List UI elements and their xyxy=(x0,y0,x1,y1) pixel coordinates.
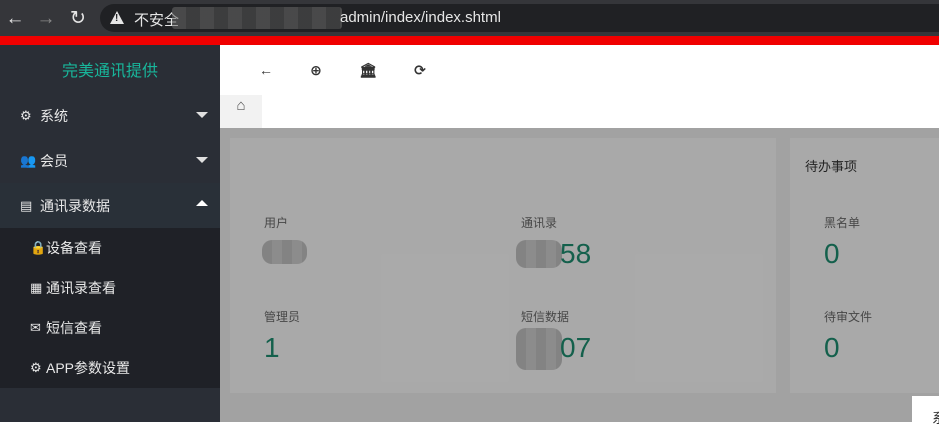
submenu: 🔒 设备查看 ▦ 通讯录查看 ✉ 短信查看 ⚙ APP参数设置 xyxy=(0,228,220,388)
envelope-icon: ✉ xyxy=(30,320,41,335)
refresh-icon[interactable]: ⟳ xyxy=(412,62,428,78)
users-icon: 👥 xyxy=(20,152,37,168)
address-bar[interactable]: 不安全 admin/index/index.shtml xyxy=(100,4,939,32)
alert-bar xyxy=(0,36,939,45)
warning-icon xyxy=(110,11,124,24)
toolbar: ← ⊕ 🏛 ⟳ xyxy=(220,45,939,95)
sidebar: 完美通讯提供 ⚙ 系统 👥 会员 ▤ 通讯录数据 🔒 设备查看 ▦ 通讯录查看 … xyxy=(0,45,220,422)
lock-icon: 🔒 xyxy=(30,240,47,255)
forward-arrow-icon[interactable]: → xyxy=(35,7,57,29)
home-tab[interactable]: ⌂ xyxy=(220,95,262,128)
brand-title: 完美通讯提供 xyxy=(61,63,158,80)
sidebar-item-label: 通讯录数据 xyxy=(40,197,110,214)
submenu-item-contacts[interactable]: ▦ 通讯录查看 xyxy=(0,268,220,308)
submenu-item-label: APP参数设置 xyxy=(46,360,131,376)
back-arrow-icon[interactable]: ← xyxy=(4,7,26,29)
gear-icon: ⚙ xyxy=(30,360,42,375)
gear-icon: ⚙ xyxy=(20,107,32,123)
id-card-icon: ▤ xyxy=(20,197,33,213)
sidebar-item-members[interactable]: 👥 会员 xyxy=(0,138,220,183)
submenu-item-label: 短信查看 xyxy=(46,320,102,336)
submenu-item-app-settings[interactable]: ⚙ APP参数设置 xyxy=(0,348,220,388)
bank-icon[interactable]: 🏛 xyxy=(359,62,377,78)
tab-bar: ⌂ xyxy=(220,95,939,128)
redacted-url-part xyxy=(172,7,342,29)
sidebar-item-system[interactable]: ⚙ 系统 xyxy=(0,93,220,138)
browser-toolbar: ← → ↻ 不安全 admin/index/index.shtml xyxy=(0,0,939,36)
url-text[interactable]: admin/index/index.shtml xyxy=(340,9,501,26)
lifebuoy-icon[interactable]: ⊕ xyxy=(308,62,324,78)
home-icon: ⌂ xyxy=(236,97,246,114)
caret-down-icon xyxy=(196,112,208,118)
back-arrow-icon[interactable]: ← xyxy=(258,62,274,78)
popup-dialog-edge[interactable]: 系 xyxy=(912,396,939,426)
submenu-item-devices[interactable]: 🔒 设备查看 xyxy=(0,228,220,268)
sidebar-item-contacts-data[interactable]: ▤ 通讯录数据 xyxy=(0,183,220,228)
building-icon: ▦ xyxy=(30,280,43,295)
modal-overlay[interactable] xyxy=(220,128,939,422)
sidebar-item-label: 系统 xyxy=(40,107,68,124)
submenu-item-label: 设备查看 xyxy=(46,240,102,256)
submenu-item-label: 通讯录查看 xyxy=(46,280,116,296)
caret-up-icon xyxy=(196,200,208,206)
reload-icon[interactable]: ↻ xyxy=(67,7,89,29)
submenu-item-sms[interactable]: ✉ 短信查看 xyxy=(0,308,220,348)
caret-down-icon xyxy=(196,157,208,163)
sidebar-item-label: 会员 xyxy=(40,152,68,169)
popup-text: 系 xyxy=(932,410,939,426)
